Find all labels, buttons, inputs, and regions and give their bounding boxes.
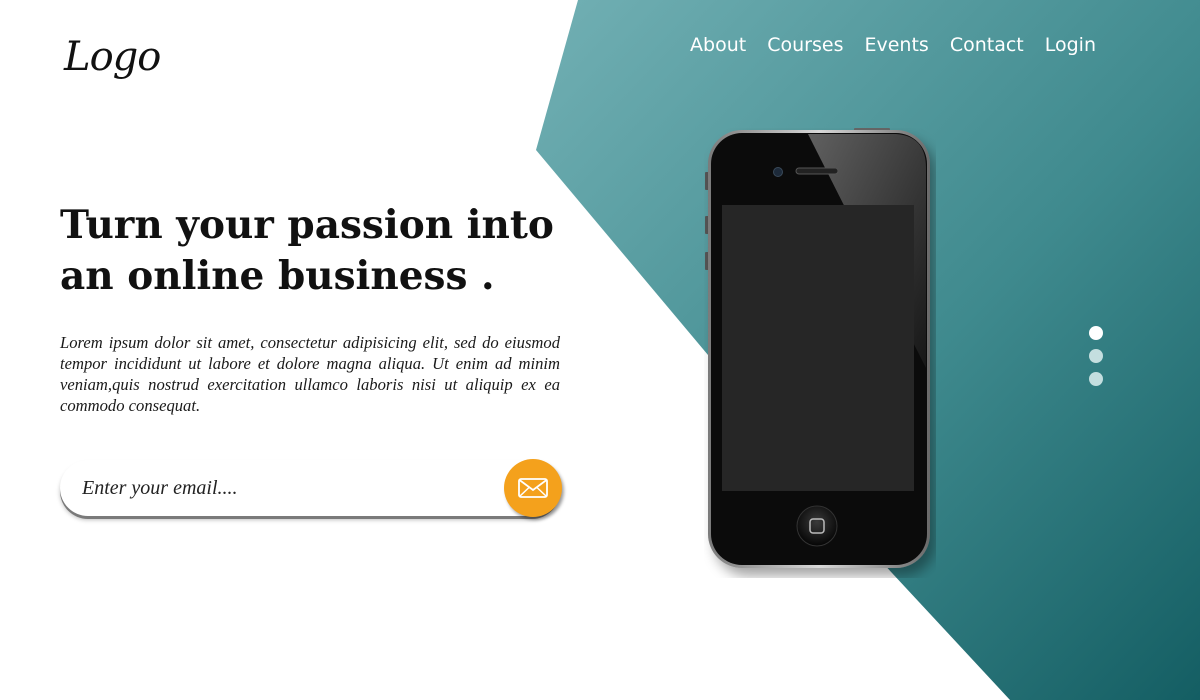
- email-input[interactable]: [82, 470, 482, 506]
- send-email-button[interactable]: [504, 459, 562, 517]
- smartphone-image: [705, 128, 930, 568]
- nav-link-login[interactable]: Login: [1045, 34, 1096, 56]
- hero-description: Lorem ipsum dolor sit amet, consectetur …: [60, 333, 560, 415]
- nav-link-contact[interactable]: Contact: [950, 34, 1024, 56]
- nav-link-about[interactable]: About: [690, 34, 746, 56]
- email-subscribe-form: [60, 459, 562, 517]
- nav-link-events[interactable]: Events: [864, 34, 928, 56]
- logo[interactable]: Logo: [64, 34, 161, 80]
- nav-link-courses[interactable]: Courses: [767, 34, 843, 56]
- slider-dots: [1089, 326, 1103, 386]
- slider-dot-1[interactable]: [1089, 326, 1103, 340]
- slider-dot-3[interactable]: [1089, 372, 1103, 386]
- main-nav: About Courses Events Contact Login: [690, 34, 1096, 56]
- hero-headline-line-1: Turn your passion into: [60, 202, 554, 248]
- hero-headline: Turn your passion into an online busines…: [60, 200, 580, 302]
- hero-headline-line-2: an online business .: [60, 253, 495, 299]
- slider-dot-2[interactable]: [1089, 349, 1103, 363]
- envelope-icon: [518, 478, 548, 498]
